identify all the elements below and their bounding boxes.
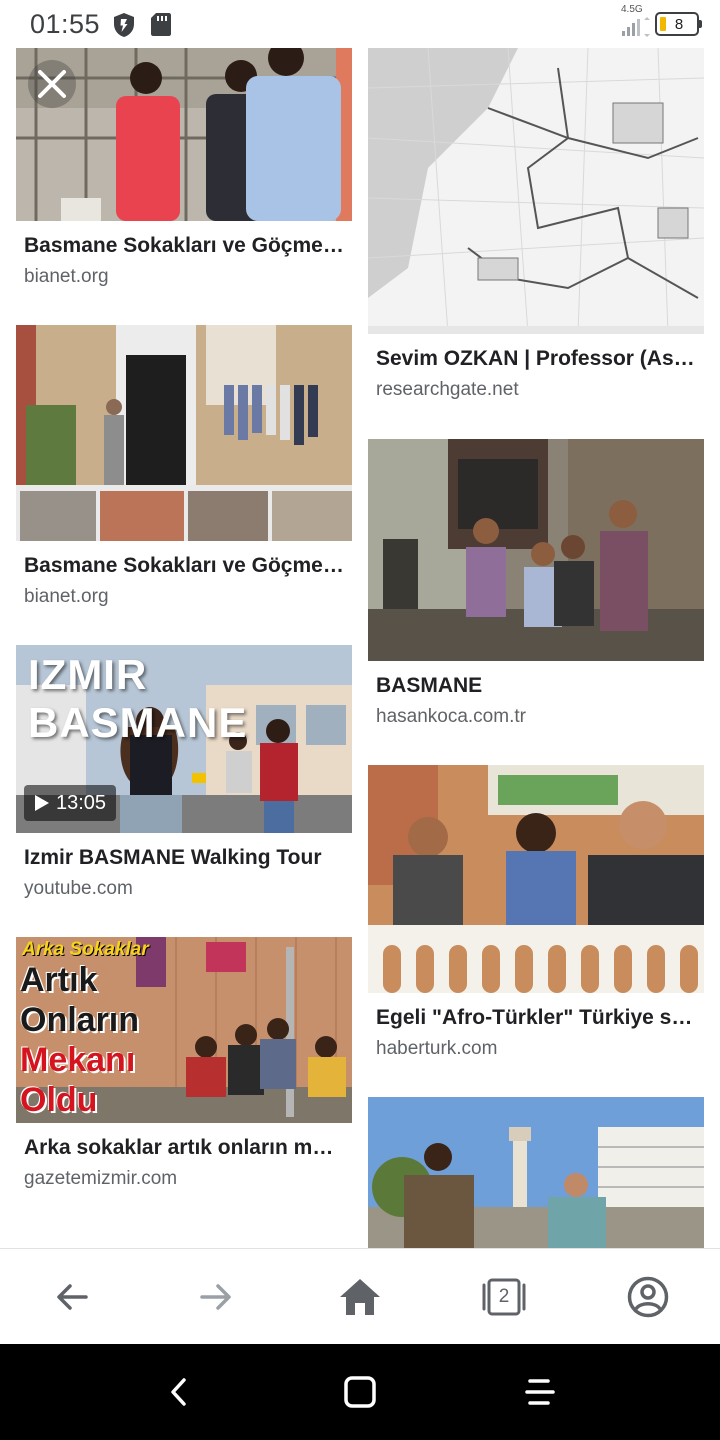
result-card[interactable]: Egeli "Afro-Türkler" Türkiye seçim haber…: [368, 765, 704, 1061]
square-photo-image: [368, 1097, 704, 1248]
result-card[interactable]: IZMIR BASMANE 13:05 Izmir BASMANE Walkin…: [16, 645, 352, 901]
result-title: Arka sokaklar artık onların mekanı oldu: [24, 1136, 344, 1159]
home-button[interactable]: [336, 1273, 384, 1321]
men-talking-photo-image: [368, 765, 704, 993]
result-card[interactable]: Sevim OZKAN | Professor (Associate) rese…: [368, 48, 704, 402]
forward-button[interactable]: [192, 1273, 240, 1321]
status-bar: 01:55 4.5G 8: [0, 0, 720, 48]
result-source: hasankoca.com.tr: [376, 706, 526, 727]
thumbnail-caption-line: Artık: [20, 961, 98, 999]
play-icon: [35, 795, 49, 811]
back-button[interactable]: [48, 1273, 96, 1321]
battery-icon: 8: [655, 12, 703, 36]
result-thumbnail[interactable]: [368, 48, 704, 334]
close-icon: [38, 70, 66, 98]
thumbnail-caption-line: Onların: [20, 1001, 140, 1039]
chevron-left-icon: [171, 1378, 186, 1406]
result-source: haberturk.com: [376, 1038, 498, 1059]
result-card[interactable]: Basmane Sokakları ve Göçmenler bianet.or…: [16, 48, 352, 289]
result-title: Basmane Sokakları ve Göçmenler: [24, 554, 344, 577]
arrow-right-icon: [200, 1284, 231, 1310]
result-title: BASMANE: [376, 674, 483, 697]
group-photo-image: [368, 439, 704, 661]
result-thumbnail[interactable]: [368, 1097, 704, 1248]
thumbnail-caption-line: Oldu: [20, 1081, 98, 1119]
arrow-left-icon: [57, 1284, 88, 1310]
result-title: Egeli "Afro-Türkler" Türkiye seçim: [376, 1006, 696, 1029]
result-card[interactable]: Arka Sokaklar Artık Onların Mekanı Oldu …: [16, 937, 352, 1191]
signal-icon: [622, 17, 650, 37]
thumbnail-caption-line: Mekanı: [20, 1041, 136, 1079]
result-title: Basmane Sokakları ve Göçmenler: [24, 234, 344, 257]
home-icon: [340, 1279, 380, 1315]
video-duration: 13:05: [56, 792, 107, 814]
system-back-button[interactable]: [156, 1368, 204, 1416]
result-thumbnail[interactable]: [16, 48, 352, 221]
sd-card-icon: [151, 13, 171, 36]
video-duration-badge: 13:05: [24, 785, 117, 821]
result-title: Sevim OZKAN | Professor (Associate): [376, 347, 696, 370]
system-home-button[interactable]: [336, 1368, 384, 1416]
system-recents-button[interactable]: [516, 1368, 564, 1416]
tabs-button[interactable]: 2: [480, 1273, 528, 1321]
map-image: [368, 48, 704, 334]
result-source: gazetemizmir.com: [24, 1168, 178, 1189]
result-thumbnail[interactable]: [368, 439, 704, 661]
result-card[interactable]: [368, 1097, 704, 1248]
street-photo-image: [16, 325, 352, 541]
thumbnail-caption-small: Arka Sokaklar: [22, 939, 149, 960]
result-thumbnail[interactable]: IZMIR BASMANE 13:05: [16, 645, 352, 833]
browser-toolbar: 2: [0, 1248, 720, 1344]
result-thumbnail[interactable]: Arka Sokaklar Artık Onların Mekanı Oldu: [16, 937, 352, 1123]
close-button[interactable]: [28, 60, 76, 108]
result-source: youtube.com: [24, 878, 133, 899]
account-circle-icon: [627, 1276, 669, 1318]
thumbnail-caption: IZMIR BASMANE: [28, 651, 248, 746]
result-thumbnail[interactable]: [16, 325, 352, 541]
status-time: 01:55: [30, 9, 101, 39]
system-nav-bar: [0, 1344, 720, 1440]
menu-lines-icon: [525, 1379, 555, 1405]
image-results-grid: Basmane Sokakları ve Göçmenler bianet.or…: [0, 48, 720, 1248]
tab-count: 2: [498, 1286, 510, 1307]
battery-level: 8: [674, 16, 684, 33]
result-card[interactable]: BASMANE hasankoca.com.tr: [368, 439, 704, 729]
result-source: bianet.org: [24, 586, 109, 607]
square-icon: [344, 1376, 376, 1408]
result-card[interactable]: Basmane Sokakları ve Göçmenler bianet.or…: [16, 325, 352, 609]
result-source: bianet.org: [24, 266, 109, 287]
network-type: 4.5G: [621, 4, 643, 15]
shield-icon: [114, 13, 134, 37]
result-source: researchgate.net: [376, 379, 519, 400]
result-thumbnail[interactable]: [368, 765, 704, 993]
result-title: Izmir BASMANE Walking Tour: [24, 846, 322, 869]
account-button[interactable]: [624, 1273, 672, 1321]
